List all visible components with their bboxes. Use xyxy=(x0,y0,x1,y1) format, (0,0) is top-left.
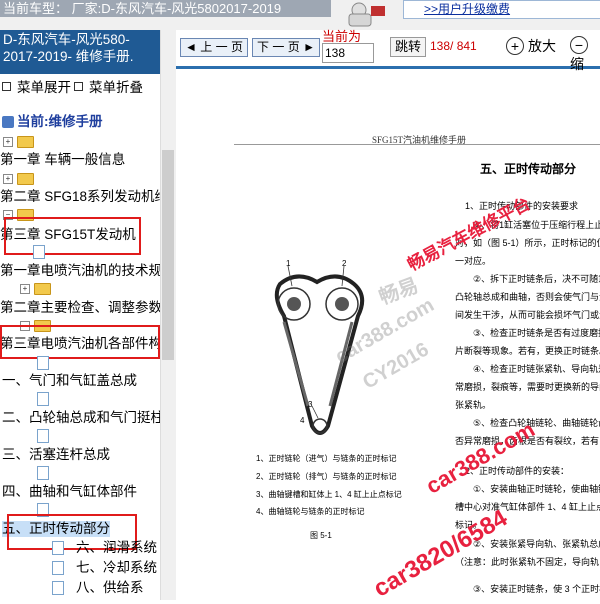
next-page-label: 下 一 页 xyxy=(257,40,300,54)
top-header: 当前车型： 厂家:D-东风汽车-风光5802017-2019 >>用户升级缴费 xyxy=(0,0,600,30)
prev-page-label: 上 一 页 xyxy=(200,40,243,54)
document-icon xyxy=(37,392,49,407)
tree-item-chapter-1[interactable]: 第一章 车辆一般信息 xyxy=(0,152,125,168)
tree-item-piston[interactable]: 三、活塞连杆总成 xyxy=(2,447,110,463)
tree-root-label: 当前:维修手册 xyxy=(17,114,103,129)
expand-menu-button[interactable]: 菜单展开 xyxy=(2,76,71,96)
current-vehicle-label: 当前车型： 厂家:D-东风汽车-风光5802017-2019 xyxy=(0,0,331,17)
manual-title: D-东风汽车-风光580- 2017-2019- 维修手册. xyxy=(0,30,176,74)
mascot-icon xyxy=(335,0,391,28)
zoom-in-icon: + xyxy=(506,37,524,55)
document-icon xyxy=(52,541,64,556)
highlight-box xyxy=(0,325,160,359)
page-number-input[interactable]: 138 xyxy=(322,43,374,63)
prev-page-button[interactable]: ◄ 上 一 页 xyxy=(180,38,248,57)
zoom-in-button[interactable]: + 放大 xyxy=(506,36,556,56)
doc-node xyxy=(52,560,64,576)
doc-node xyxy=(52,540,64,556)
document-icon xyxy=(33,245,45,260)
expand-menu-label: 菜单展开 xyxy=(17,80,71,95)
upgrade-payment-link[interactable]: >>用户升级缴费 xyxy=(424,1,510,17)
document-icon xyxy=(52,581,64,596)
document-icon xyxy=(52,561,64,576)
doc-node xyxy=(37,355,49,371)
page-count: 138/ 841 xyxy=(430,39,477,53)
jump-button[interactable]: 跳转 xyxy=(390,37,426,57)
upgrade-banner: >>用户升级缴费 xyxy=(403,0,600,19)
collapse-menu-button[interactable]: 菜单折叠 xyxy=(74,76,143,96)
document-viewer: ◄ 上 一 页 下 一 页 ► 当前为 138 跳转 138/ 841 + 放大 … xyxy=(176,29,600,600)
expand-icon: + xyxy=(3,137,13,148)
sidebar-scroll-thumb[interactable] xyxy=(162,150,174,360)
doc-node xyxy=(37,391,49,407)
zoom-out-button[interactable]: −缩 xyxy=(570,36,600,74)
document-icon xyxy=(37,429,49,444)
tree-toggle[interactable]: + xyxy=(3,134,34,150)
tree-root[interactable]: 当前:维修手册 xyxy=(2,114,103,130)
manual-title-line: 2017-2019- 维修手册. xyxy=(3,49,134,64)
expand-icon: + xyxy=(3,174,13,185)
highlight-box xyxy=(4,217,141,255)
doc-node xyxy=(37,465,49,481)
tree-item-specs[interactable]: 第一章电喷汽油机的技术规 xyxy=(0,263,162,279)
folder-icon xyxy=(34,283,51,296)
document-icon xyxy=(37,466,49,481)
expand-icon: + xyxy=(20,284,30,295)
tree-item-crankshaft[interactable]: 四、曲轴和气缸体部件 xyxy=(2,484,137,500)
tree-item-valve[interactable]: 一、气门和气缸盖总成 xyxy=(2,373,137,389)
tree-item-chapter-2[interactable]: 第二章 SFG18系列发动机维 xyxy=(0,189,168,205)
square-icon xyxy=(74,82,83,91)
tree-item-lubrication[interactable]: 六、润滑系统 xyxy=(76,540,157,556)
zoom-out-icon: − xyxy=(570,36,588,54)
doc-node xyxy=(37,428,49,444)
left-arrow-icon: ◄ xyxy=(185,40,197,54)
tree-toggle[interactable]: + xyxy=(3,171,34,187)
tree-item-cooling[interactable]: 七、冷却系统 xyxy=(76,560,157,576)
sidebar: D-东风汽车-风光580- 2017-2019- 维修手册. 菜单展开 菜单折叠… xyxy=(0,30,176,600)
folder-icon xyxy=(17,173,34,186)
doc-node xyxy=(33,244,45,260)
square-icon xyxy=(2,82,11,91)
viewer-toolbar: ◄ 上 一 页 下 一 页 ► 当前为 138 跳转 138/ 841 + 放大 … xyxy=(176,29,600,72)
zoom-out-label: 缩 xyxy=(570,56,584,72)
folder-icon xyxy=(17,136,34,149)
right-arrow-icon: ► xyxy=(303,40,315,54)
doc-node xyxy=(52,580,64,596)
tree-item-fuel[interactable]: 八、供给系 xyxy=(76,580,144,596)
document-icon xyxy=(37,356,49,371)
collapse-menu-label: 菜单折叠 xyxy=(89,80,143,95)
tree-toggle[interactable]: + xyxy=(20,281,51,297)
book-icon xyxy=(2,116,14,129)
tree-item-check-params[interactable]: 第二章主要检查、调整参数 xyxy=(0,300,162,316)
manual-title-line: D-东风汽车-风光580- xyxy=(3,32,130,47)
tree-item-camshaft[interactable]: 二、凸轮轴总成和气门挺柱 xyxy=(2,410,164,426)
zoom-in-label: 放大 xyxy=(528,38,556,54)
next-page-button[interactable]: 下 一 页 ► xyxy=(252,38,320,57)
